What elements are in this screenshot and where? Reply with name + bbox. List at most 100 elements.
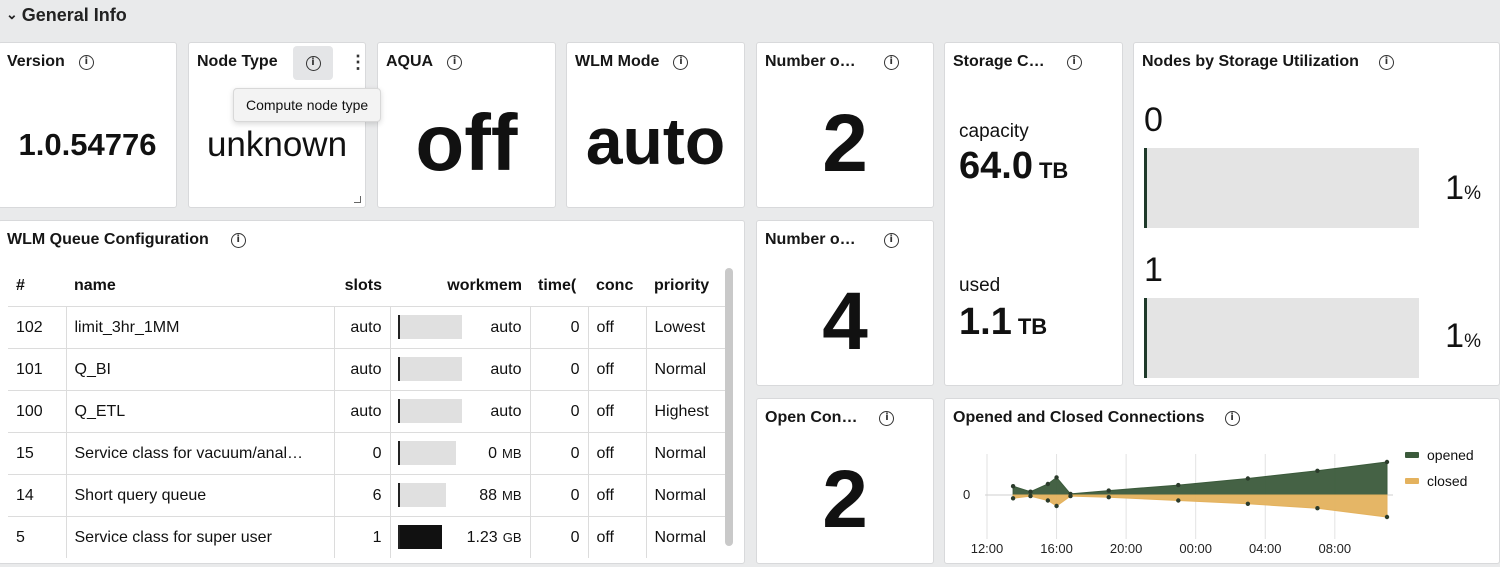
point-opened (1106, 488, 1111, 493)
node-type-panel: Node Type i ⋮ unknown (188, 42, 367, 208)
cell-name: Short query queue (65, 474, 334, 517)
node-percent-unit: % (1464, 331, 1481, 352)
table-row[interactable]: 102 limit_3hr_1MM auto auto 0 off Lowest (8, 306, 730, 349)
cell-priority: Normal (645, 474, 730, 517)
table-row[interactable]: 15 Service class for vacuum/anal… 0 0 MB 0 off… (8, 432, 730, 475)
legend-item-closed[interactable]: closed (1405, 473, 1467, 489)
panel-title: AQUA i (386, 53, 463, 71)
cell-slots: auto (333, 348, 390, 391)
cell-priority: Normal (645, 348, 730, 391)
wlm-queue-title: WLM Queue Configuration (7, 231, 209, 248)
point-opened (1176, 482, 1181, 488)
workmem-value: 0 MB (488, 444, 522, 462)
legend-label: closed (1427, 473, 1468, 489)
info-icon: i (305, 55, 321, 71)
number-of-panel-2: Number o… i 4 (756, 220, 934, 386)
info-button[interactable]: i (293, 46, 333, 80)
capacity-label: capacity (959, 121, 1029, 142)
cell-id: 101 (8, 348, 66, 391)
used-label: used (959, 275, 1001, 296)
node-percent-value: 1 (1445, 169, 1465, 207)
capacity-number: 64.0 (959, 145, 1033, 187)
x-tick-label: 04:00 (1249, 541, 1282, 556)
x-tick-label: 00:00 (1179, 541, 1212, 556)
info-icon[interactable]: i (1378, 54, 1394, 70)
node-percent-unit: % (1464, 183, 1481, 204)
workmem-value: 88 MB (479, 486, 522, 504)
legend-item-opened[interactable]: opened (1405, 447, 1474, 463)
info-icon[interactable]: i (1066, 54, 1082, 70)
panel-title: WLM Queue Configuration i (7, 231, 246, 249)
column-header[interactable]: # (8, 266, 66, 307)
column-header[interactable]: conc (588, 266, 646, 307)
node-utilization-bar (1144, 148, 1419, 228)
table-row[interactable]: 14 Short query queue 6 88 MB 0 off Normal (8, 474, 730, 517)
panel-title: Node Type (197, 53, 278, 71)
cell-conc: off (587, 306, 646, 349)
area-opened (1012, 461, 1388, 496)
workmem-value: 1.23 GB (466, 528, 522, 546)
cell-conc: off (587, 348, 646, 391)
info-icon[interactable]: i (883, 54, 899, 70)
workmem-value: auto (490, 360, 522, 378)
storage-title: Storage C… (953, 53, 1045, 70)
cell-workmem: 88 MB (389, 474, 530, 517)
number-of-title: Number o… (765, 53, 856, 70)
point-opened (1028, 489, 1033, 494)
nodes-storage-panel: Nodes by Storage Utilization i 0 1% 1 1% (1133, 42, 1500, 386)
panel-title: Nodes by Storage Utilization i (1142, 53, 1394, 71)
table-row[interactable]: 101 Q_BI auto auto 0 off Normal (8, 348, 730, 391)
point-opened (1054, 475, 1059, 480)
column-header[interactable]: slots (334, 266, 390, 307)
point-closed (1054, 503, 1059, 509)
chevron-down-icon: ⌄ (6, 5, 18, 22)
point-closed (1245, 501, 1251, 506)
section-header-general-info[interactable]: ⌄ General Info (6, 2, 127, 28)
point-closed (1010, 496, 1016, 501)
wlm-mode-title: WLM Mode (575, 53, 660, 70)
area-closed (1012, 494, 1388, 518)
tooltip: Compute node type (233, 88, 382, 122)
cell-priority: Highest (645, 390, 730, 433)
workmem-value: auto (490, 318, 522, 336)
cell-id: 102 (8, 306, 66, 349)
info-icon[interactable]: i (673, 54, 689, 70)
cell-workmem: auto (389, 390, 530, 433)
cell-slots: 0 (333, 432, 390, 475)
table-scrollbar[interactable] (725, 268, 733, 546)
cell-conc: off (587, 516, 646, 558)
version-value: 1.0.54776 (18, 127, 157, 162)
table-row[interactable]: 100 Q_ETL auto auto 0 off Highest (8, 390, 730, 433)
point-closed (1384, 514, 1390, 520)
x-tick-label: 08:00 (1319, 541, 1352, 556)
node-utilization-bar (1144, 298, 1419, 378)
number-of-panel-1: Number o… i 2 (756, 42, 934, 208)
info-icon[interactable]: i (883, 232, 899, 248)
cell-name: Service class for super user (65, 516, 334, 558)
cell-slots: 6 (333, 474, 390, 517)
resize-handle[interactable] (354, 196, 361, 203)
cell-conc: off (587, 390, 646, 433)
column-header[interactable]: name (66, 266, 334, 307)
info-icon[interactable]: i (879, 410, 895, 426)
table-row[interactable]: 5 Service class for super user 1 1.23 GB 0 off… (8, 516, 730, 558)
cell-timeout: 0 (529, 432, 588, 475)
legend-label: opened (1427, 447, 1474, 463)
column-header[interactable]: workmem (390, 266, 530, 307)
cell-workmem: auto (389, 348, 530, 391)
node-type-title: Node Type (197, 53, 278, 70)
info-icon[interactable]: i (447, 54, 463, 70)
info-icon[interactable]: i (78, 54, 94, 70)
cell-id: 5 (8, 516, 66, 558)
legend-swatch-closed (1405, 478, 1419, 484)
node-percent: 1% (1445, 169, 1481, 208)
cell-priority: Normal (645, 516, 730, 558)
column-header[interactable]: time( (530, 266, 588, 307)
panel-title: WLM Mode i (575, 53, 689, 71)
point-closed (1028, 493, 1033, 499)
column-header[interactable]: priority (646, 266, 730, 307)
more-options-icon[interactable]: ⋮ (349, 52, 367, 73)
cell-timeout: 0 (529, 516, 588, 558)
info-icon[interactable]: i (230, 232, 246, 248)
used-unit: TB (1017, 314, 1048, 339)
